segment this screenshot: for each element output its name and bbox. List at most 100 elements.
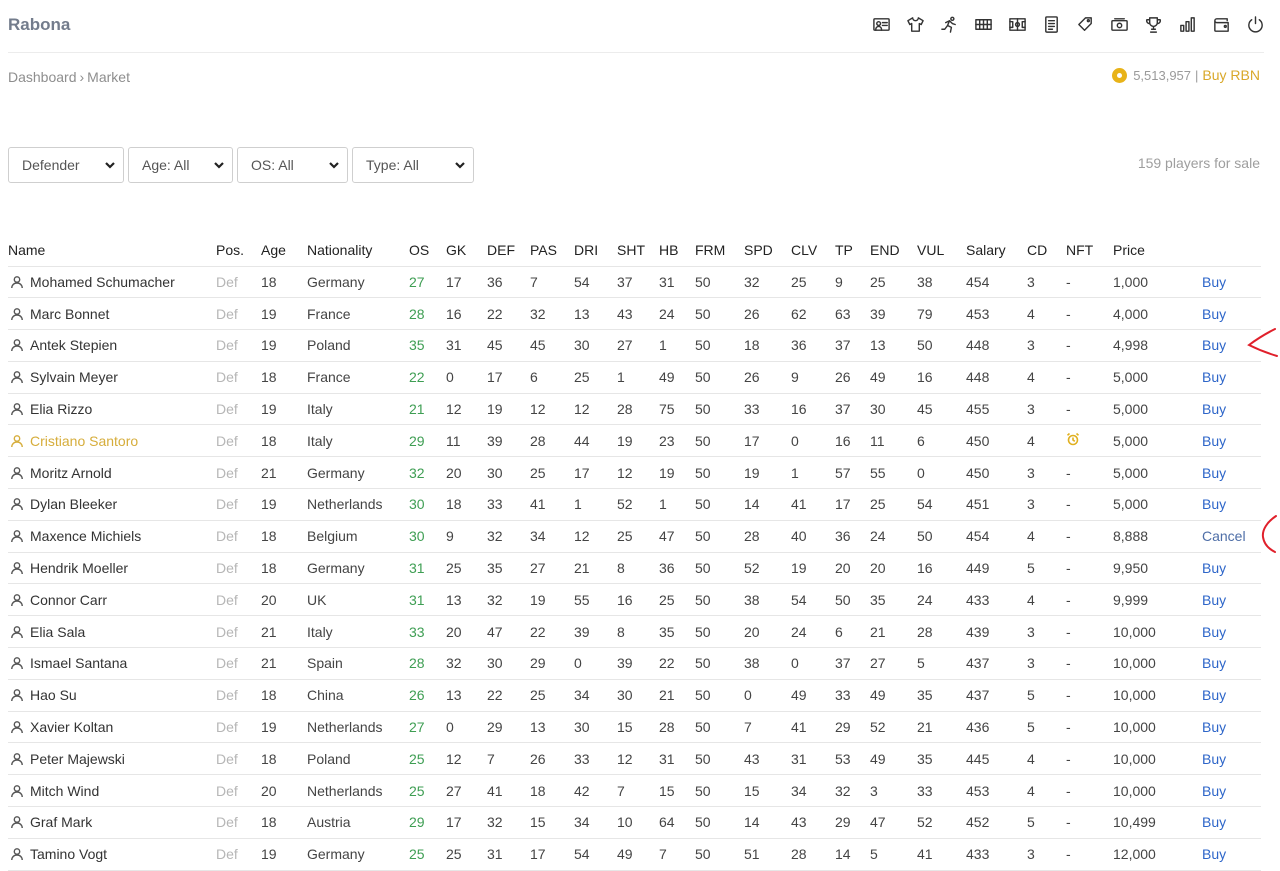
cell-name[interactable]: Marc Bonnet bbox=[8, 297, 216, 330]
cell-name[interactable]: Hao Su bbox=[8, 678, 216, 712]
cell-os: 21 bbox=[409, 392, 446, 425]
shirt-icon[interactable] bbox=[898, 13, 932, 35]
buy-button[interactable]: Buy bbox=[1202, 615, 1261, 648]
buy-button[interactable]: Buy bbox=[1202, 551, 1261, 584]
cell-pas: 27 bbox=[530, 551, 574, 584]
age-select[interactable]: Age: All bbox=[128, 147, 233, 183]
document-icon[interactable] bbox=[1034, 13, 1068, 35]
table-row: Sylvain Meyer Def 18 France 22 0 17 6 25 1 49 50 26 9… bbox=[8, 360, 1261, 394]
money-icon[interactable] bbox=[1102, 13, 1136, 35]
cell-gk: 13 bbox=[446, 583, 487, 616]
header-dri: DRI bbox=[574, 241, 599, 258]
cell-end: 39 bbox=[870, 297, 917, 330]
buy-button[interactable]: Buy bbox=[1202, 488, 1261, 521]
cell-name[interactable]: Elia Sala bbox=[8, 615, 216, 648]
cell-name[interactable]: Mohamed Schumacher bbox=[8, 265, 216, 298]
cell-price: 5,000 bbox=[1113, 392, 1202, 425]
cell-pos: Def bbox=[216, 678, 261, 712]
cell-sht: 39 bbox=[617, 647, 659, 680]
buy-button[interactable]: Buy bbox=[1202, 392, 1261, 425]
brand-logo[interactable]: Rabona bbox=[8, 15, 70, 35]
cell-cd: 4 bbox=[1027, 297, 1066, 330]
buy-button[interactable]: Buy bbox=[1202, 456, 1261, 489]
card-icon[interactable] bbox=[864, 13, 898, 35]
cell-def: 32 bbox=[487, 583, 530, 616]
cell-tp: 20 bbox=[835, 551, 870, 584]
cell-spd: 43 bbox=[744, 742, 791, 775]
balance-display: 5,513,957 | Buy RBN bbox=[1112, 67, 1260, 83]
breadcrumb-dashboard[interactable]: Dashboard bbox=[8, 69, 77, 85]
cell-nft: - bbox=[1066, 647, 1113, 680]
buy-button[interactable]: Buy bbox=[1202, 774, 1261, 807]
buy-button[interactable]: Buy bbox=[1202, 806, 1261, 839]
cell-pos: Def bbox=[216, 488, 261, 521]
cell-def: 32 bbox=[487, 519, 530, 553]
cell-tp: 16 bbox=[835, 424, 870, 457]
cell-name[interactable]: Elia Rizzo bbox=[8, 392, 216, 425]
cell-name[interactable]: Cristiano Santoro bbox=[8, 424, 216, 457]
position-select[interactable]: Defender bbox=[8, 147, 124, 183]
cell-price: 12,000 bbox=[1113, 837, 1202, 871]
os-select[interactable]: OS: All bbox=[237, 147, 348, 183]
buy-button[interactable]: Buy bbox=[1202, 742, 1261, 775]
power-icon[interactable] bbox=[1238, 13, 1272, 35]
buy-button[interactable]: Buy bbox=[1202, 360, 1261, 394]
runner-icon[interactable] bbox=[932, 13, 966, 35]
trophy-icon[interactable] bbox=[1136, 13, 1170, 35]
type-select[interactable]: Type: All bbox=[352, 147, 474, 183]
table-row: Mitch Wind Def 20 Netherlands 25 27 41 18 42 7 15 5… bbox=[8, 774, 1261, 807]
buy-button[interactable]: Buy bbox=[1202, 647, 1261, 680]
cell-name[interactable]: Connor Carr bbox=[8, 583, 216, 616]
cell-name[interactable]: Peter Majewski bbox=[8, 742, 216, 775]
cell-vul: 0 bbox=[917, 456, 966, 489]
cell-frm: 50 bbox=[695, 742, 744, 775]
cell-name[interactable]: Maxence Michiels bbox=[8, 519, 216, 553]
cell-end: 25 bbox=[870, 265, 917, 298]
cell-name[interactable]: Ismael Santana bbox=[8, 647, 216, 680]
cell-dri: 54 bbox=[574, 837, 617, 871]
type-select-value: Type: All bbox=[366, 157, 419, 173]
buy-button[interactable]: Buy bbox=[1202, 837, 1261, 871]
cell-nft: - bbox=[1066, 297, 1113, 330]
cell-nationality: UK bbox=[307, 583, 409, 616]
cell-name[interactable]: Xavier Koltan bbox=[8, 710, 216, 743]
buy-button[interactable]: Buy bbox=[1202, 583, 1261, 616]
cell-def: 19 bbox=[487, 392, 530, 425]
buy-button[interactable]: Buy bbox=[1202, 297, 1261, 330]
buy-button[interactable]: Buy bbox=[1202, 678, 1261, 712]
buy-button[interactable]: Buy bbox=[1202, 424, 1261, 457]
cell-name[interactable]: Antek Stepien bbox=[8, 329, 216, 362]
cell-vul: 38 bbox=[917, 265, 966, 298]
cell-dri: 0 bbox=[574, 647, 617, 680]
buy-button[interactable]: Buy bbox=[1202, 265, 1261, 298]
cell-sht: 37 bbox=[617, 265, 659, 298]
buy-button[interactable]: Buy bbox=[1202, 710, 1261, 743]
cell-os: 28 bbox=[409, 297, 446, 330]
buy-rbn-link[interactable]: Buy RBN bbox=[1202, 67, 1260, 83]
cell-os: 27 bbox=[409, 710, 446, 743]
cell-name[interactable]: Tamino Vogt bbox=[8, 837, 216, 871]
cancel-button[interactable]: Cancel bbox=[1202, 519, 1261, 553]
tag-icon[interactable] bbox=[1068, 13, 1102, 35]
cell-pas: 15 bbox=[530, 806, 574, 839]
cell-def: 32 bbox=[487, 806, 530, 839]
cell-name[interactable]: Graf Mark bbox=[8, 806, 216, 839]
cell-name[interactable]: Mitch Wind bbox=[8, 774, 216, 807]
bar-chart-icon[interactable] bbox=[1170, 13, 1204, 35]
wallet-icon[interactable] bbox=[1204, 13, 1238, 35]
cell-nft bbox=[1066, 424, 1113, 457]
cell-gk: 11 bbox=[446, 424, 487, 457]
grid-icon[interactable] bbox=[966, 13, 1000, 35]
cell-name[interactable]: Hendrik Moeller bbox=[8, 551, 216, 584]
cell-end: 27 bbox=[870, 647, 917, 680]
field-icon[interactable] bbox=[1000, 13, 1034, 35]
cell-hb: 49 bbox=[659, 360, 695, 394]
cell-name[interactable]: Dylan Bleeker bbox=[8, 488, 216, 521]
cell-name[interactable]: Moritz Arnold bbox=[8, 456, 216, 489]
cell-name[interactable]: Sylvain Meyer bbox=[8, 360, 216, 394]
cell-hb: 28 bbox=[659, 710, 695, 743]
cell-def: 22 bbox=[487, 678, 530, 712]
header-spd: SPD bbox=[744, 241, 773, 258]
cell-nft: - bbox=[1066, 583, 1113, 616]
cell-nft: - bbox=[1066, 710, 1113, 743]
